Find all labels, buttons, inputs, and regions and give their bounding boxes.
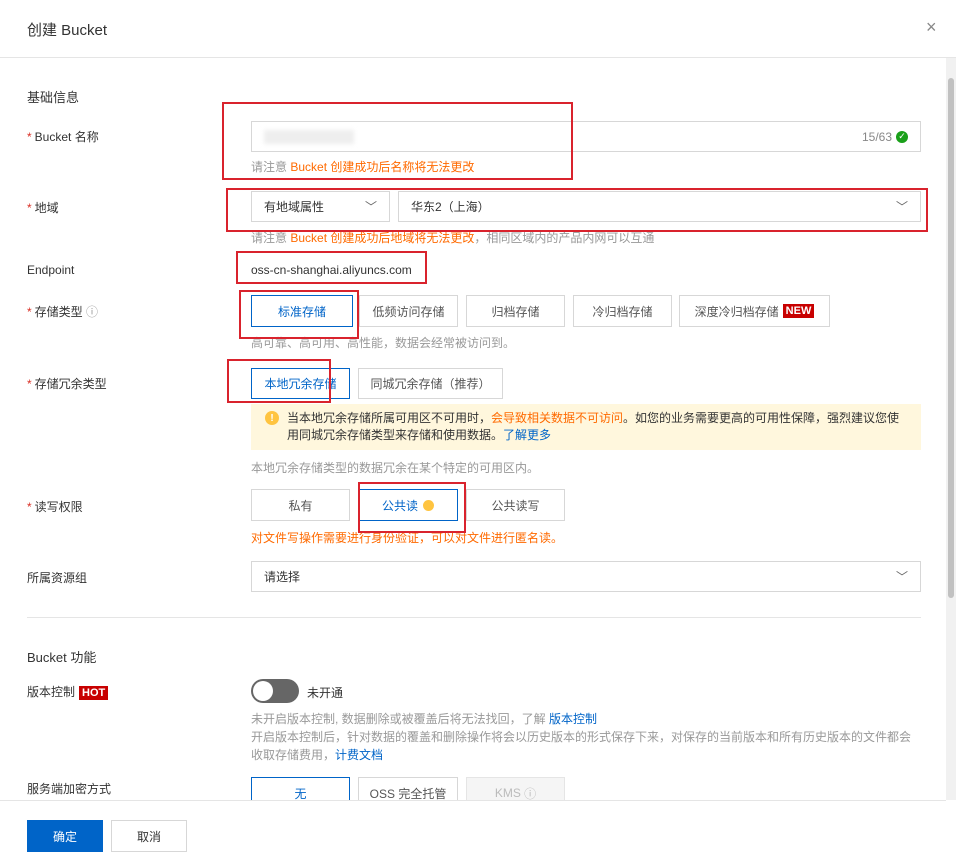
learn-more-link[interactable]: 了解更多 xyxy=(503,428,551,442)
redundancy-label: * 存储冗余类型 xyxy=(27,377,107,391)
acl-public-read[interactable]: 公共读 xyxy=(358,489,458,521)
billing-doc-link[interactable]: 计费文档 xyxy=(335,748,383,762)
warning-icon: ! xyxy=(265,411,279,425)
encryption-label: 服务端加密方式 xyxy=(27,782,112,796)
chevron-down-icon: ﹀ xyxy=(895,200,908,214)
bucket-name-input[interactable]: 15/63 ✓ xyxy=(251,121,921,152)
acl-private[interactable]: 私有 xyxy=(251,489,350,521)
resource-group-select[interactable]: 请选择 ﹀ xyxy=(251,561,921,592)
acl-warning: 对文件写操作需要进行身份验证，可以对文件进行匿名读。 xyxy=(251,531,564,545)
storage-standard[interactable]: 标准存储 xyxy=(251,295,353,327)
endpoint-value: oss-cn-shanghai.aliyuncs.com xyxy=(251,263,412,277)
bucket-name-hint: 请注意 Bucket 创建成功后名称将无法更改 xyxy=(251,160,475,174)
blurred-name-value xyxy=(264,129,354,144)
chevron-down-icon: ﹀ xyxy=(364,200,377,214)
region-label: * 地域 xyxy=(27,201,59,215)
acl-public-read-write[interactable]: 公共读写 xyxy=(466,489,565,521)
ok-button[interactable]: 确定 xyxy=(27,820,103,852)
new-badge: NEW xyxy=(782,304,815,318)
endpoint-label: Endpoint xyxy=(27,263,75,277)
dialog-header: 创建 Bucket × xyxy=(0,0,956,58)
region-hint: 请注意 Bucket 创建成功后地域将无法更改，相同区域内的产品内网可以互通 xyxy=(251,231,655,245)
chevron-down-icon: ﹀ xyxy=(895,570,908,584)
close-icon[interactable]: × xyxy=(926,17,937,38)
storage-deep-cold-archive[interactable]: 深度冷归档存储 NEW xyxy=(679,295,830,327)
versioning-label: 版本控制 HOT xyxy=(27,683,109,700)
hot-badge: HOT xyxy=(79,686,109,700)
region-select[interactable]: 华东2（上海） ﹀ xyxy=(398,191,921,222)
versioning-status: 未开通 xyxy=(307,686,344,700)
dialog-title: 创建 Bucket xyxy=(27,22,108,39)
cancel-button[interactable]: 取消 xyxy=(111,820,187,852)
divider xyxy=(27,617,921,618)
section-bucket-features: Bucket 功能 xyxy=(27,650,97,665)
scrollbar-thumb[interactable] xyxy=(948,78,954,598)
dialog-footer: 确定 取消 xyxy=(0,800,946,864)
redundancy-lrs[interactable]: 本地冗余存储 xyxy=(251,368,350,399)
name-counter: 15/63 xyxy=(861,129,892,144)
versioning-desc: 未开启版本控制, 数据删除或被覆盖后将无法找回，了解 版本控制 开启版本控制后，… xyxy=(251,712,912,762)
resource-group-label: 所属资源组 xyxy=(27,571,88,585)
redundancy-zrs[interactable]: 同城冗余存储（推荐） xyxy=(358,368,503,399)
acl-label: * 读写权限 xyxy=(27,500,83,514)
storage-cold-archive[interactable]: 冷归档存储 xyxy=(573,295,672,327)
versioning-toggle[interactable] xyxy=(251,679,299,703)
section-basic-info: 基础信息 xyxy=(27,90,80,105)
storage-ia[interactable]: 低频访问存储 xyxy=(359,295,458,327)
warning-icon xyxy=(423,499,434,511)
storage-class-label: * 存储类型 ⓘ xyxy=(27,305,99,319)
redundancy-hint: 本地冗余存储类型的数据冗余在某个特定的可用区内。 xyxy=(251,461,540,475)
storage-hint: 高可靠、高可用、高性能，数据会经常被访问到。 xyxy=(251,336,516,350)
check-icon: ✓ xyxy=(896,130,908,143)
region-type-select[interactable]: 有地域属性 ﹀ xyxy=(251,191,390,222)
versioning-link[interactable]: 版本控制 xyxy=(549,712,597,726)
bucket-name-label: * Bucket 名称 xyxy=(27,130,99,144)
storage-archive[interactable]: 归档存储 xyxy=(466,295,565,327)
redundancy-alert: ! 当本地冗余存储所属可用区不可用时，会导致相关数据不可访问。如您的业务需要更高… xyxy=(251,404,921,450)
